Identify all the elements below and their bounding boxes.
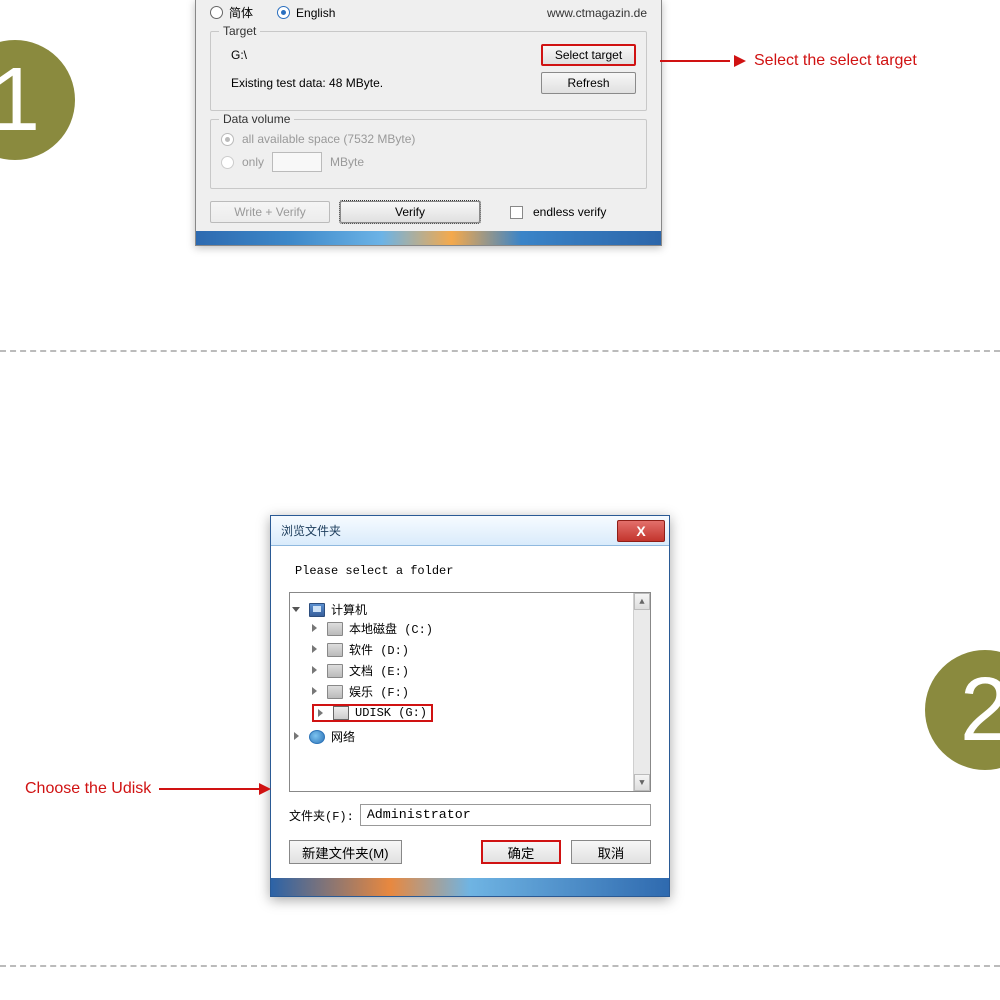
chevron-right-icon[interactable] bbox=[312, 645, 321, 654]
arrow-right-icon bbox=[734, 55, 746, 67]
scroll-down-button[interactable]: ▼ bbox=[634, 774, 650, 791]
close-icon: X bbox=[636, 523, 645, 539]
datavolume-legend: Data volume bbox=[219, 112, 294, 126]
annotation-step2: Choose the Udisk bbox=[25, 780, 271, 798]
close-button[interactable]: X bbox=[617, 520, 665, 542]
annotation2-text: Choose the Udisk bbox=[25, 780, 151, 798]
arrow-right-icon bbox=[259, 783, 271, 795]
lang-cn-radio[interactable] bbox=[210, 6, 223, 19]
dialog-body: Please select a folder 计算机 本地磁盘 (C:) 软件 … bbox=[271, 546, 669, 878]
tree-label: UDISK (G:) bbox=[355, 706, 427, 720]
chevron-right-icon[interactable] bbox=[312, 666, 321, 675]
tree-drive-d[interactable]: 软件 (D:) bbox=[312, 641, 646, 658]
folder-input[interactable] bbox=[360, 804, 651, 826]
folder-row: 文件夹(F): bbox=[289, 804, 651, 826]
target-groupbox: Target G:\ Select target Existing test d… bbox=[210, 31, 647, 111]
dialog-instruction: Please select a folder bbox=[295, 564, 651, 578]
folder-tree: 计算机 本地磁盘 (C:) 软件 (D:) 文档 (E:) 娱乐 (F:) UD… bbox=[289, 592, 651, 792]
folder-label: 文件夹(F): bbox=[289, 807, 354, 824]
target-drive: G:\ bbox=[231, 48, 247, 62]
url-label: www.ctmagazin.de bbox=[547, 6, 647, 20]
computer-icon bbox=[309, 603, 325, 617]
taskbar bbox=[271, 878, 669, 896]
tree-label: 本地磁盘 (C:) bbox=[349, 620, 433, 637]
all-space-label: all available space (7532 MByte) bbox=[242, 132, 415, 146]
existing-data-label: Existing test data: 48 MByte. bbox=[231, 76, 383, 90]
hdd-icon bbox=[327, 622, 343, 636]
only-radio bbox=[221, 156, 234, 169]
datavolume-groupbox: Data volume all available space (7532 MB… bbox=[210, 119, 647, 189]
divider-1 bbox=[0, 350, 1000, 352]
select-target-button[interactable]: Select target bbox=[541, 44, 636, 66]
h2testw-window: 简体 English www.ctmagazin.de Target G:\ S… bbox=[195, 0, 662, 246]
chevron-right-icon[interactable] bbox=[318, 709, 327, 718]
refresh-button[interactable]: Refresh bbox=[541, 72, 636, 94]
tree-network[interactable]: 网络 bbox=[294, 728, 646, 745]
tree-label: 计算机 bbox=[331, 601, 367, 618]
window-body: 简体 English www.ctmagazin.de Target G:\ S… bbox=[196, 0, 661, 231]
tree-label: 网络 bbox=[331, 728, 355, 745]
only-label: only bbox=[242, 155, 264, 169]
step-number: 1 bbox=[0, 49, 40, 152]
target-legend: Target bbox=[219, 24, 260, 38]
arrow-line bbox=[159, 788, 259, 790]
annotation-step1: Select the select target bbox=[660, 52, 917, 70]
dialog-titlebar: 浏览文件夹 X bbox=[271, 516, 669, 546]
language-row: 简体 English www.ctmagazin.de bbox=[210, 2, 647, 27]
tree-label: 文档 (E:) bbox=[349, 662, 409, 679]
only-input bbox=[272, 152, 322, 172]
chevron-right-icon[interactable] bbox=[312, 687, 321, 696]
chevron-right-icon[interactable] bbox=[294, 732, 303, 741]
all-space-radio bbox=[221, 133, 234, 146]
divider-2 bbox=[0, 965, 1000, 967]
write-verify-button: Write + Verify bbox=[210, 201, 330, 223]
cancel-button[interactable]: 取消 bbox=[571, 840, 651, 864]
network-icon bbox=[309, 730, 325, 744]
scroll-up-button[interactable]: ▲ bbox=[634, 593, 650, 610]
tree-label: 娱乐 (F:) bbox=[349, 683, 409, 700]
browse-folder-dialog: 浏览文件夹 X Please select a folder 计算机 本地磁盘 … bbox=[270, 515, 670, 897]
lang-en-label: English bbox=[296, 6, 335, 20]
bottom-actions: Write + Verify Verify endless verify bbox=[210, 197, 647, 223]
step-badge-1: 1 bbox=[0, 40, 75, 160]
tree-drive-c[interactable]: 本地磁盘 (C:) bbox=[312, 620, 646, 637]
chevron-down-icon[interactable] bbox=[294, 605, 303, 614]
dialog-title: 浏览文件夹 bbox=[281, 522, 341, 539]
usb-icon bbox=[333, 706, 349, 720]
taskbar bbox=[196, 231, 661, 245]
endless-verify-label: endless verify bbox=[533, 205, 606, 219]
vertical-scrollbar[interactable]: ▲ ▼ bbox=[633, 593, 650, 791]
new-folder-button[interactable]: 新建文件夹(M) bbox=[289, 840, 402, 864]
tree-label: 软件 (D:) bbox=[349, 641, 409, 658]
lang-cn-label: 简体 bbox=[229, 4, 253, 21]
dialog-button-row: 新建文件夹(M) 确定 取消 bbox=[289, 840, 651, 864]
arrow-line bbox=[660, 60, 730, 62]
only-unit: MByte bbox=[330, 155, 364, 169]
hdd-icon bbox=[327, 664, 343, 678]
ok-button[interactable]: 确定 bbox=[481, 840, 561, 864]
step-badge-2: 2 bbox=[925, 650, 1000, 770]
endless-verify-checkbox[interactable] bbox=[510, 206, 523, 219]
tree-drive-g-udisk[interactable]: UDISK (G:) bbox=[312, 704, 433, 722]
tree-drive-e[interactable]: 文档 (E:) bbox=[312, 662, 646, 679]
hdd-icon bbox=[327, 643, 343, 657]
step-number: 2 bbox=[960, 659, 1000, 762]
tree-computer[interactable]: 计算机 bbox=[294, 601, 646, 618]
tree-drive-f[interactable]: 娱乐 (F:) bbox=[312, 683, 646, 700]
lang-en-radio[interactable] bbox=[277, 6, 290, 19]
hdd-icon bbox=[327, 685, 343, 699]
chevron-right-icon[interactable] bbox=[312, 624, 321, 633]
verify-button[interactable]: Verify bbox=[340, 201, 480, 223]
annotation1-text: Select the select target bbox=[754, 52, 917, 70]
